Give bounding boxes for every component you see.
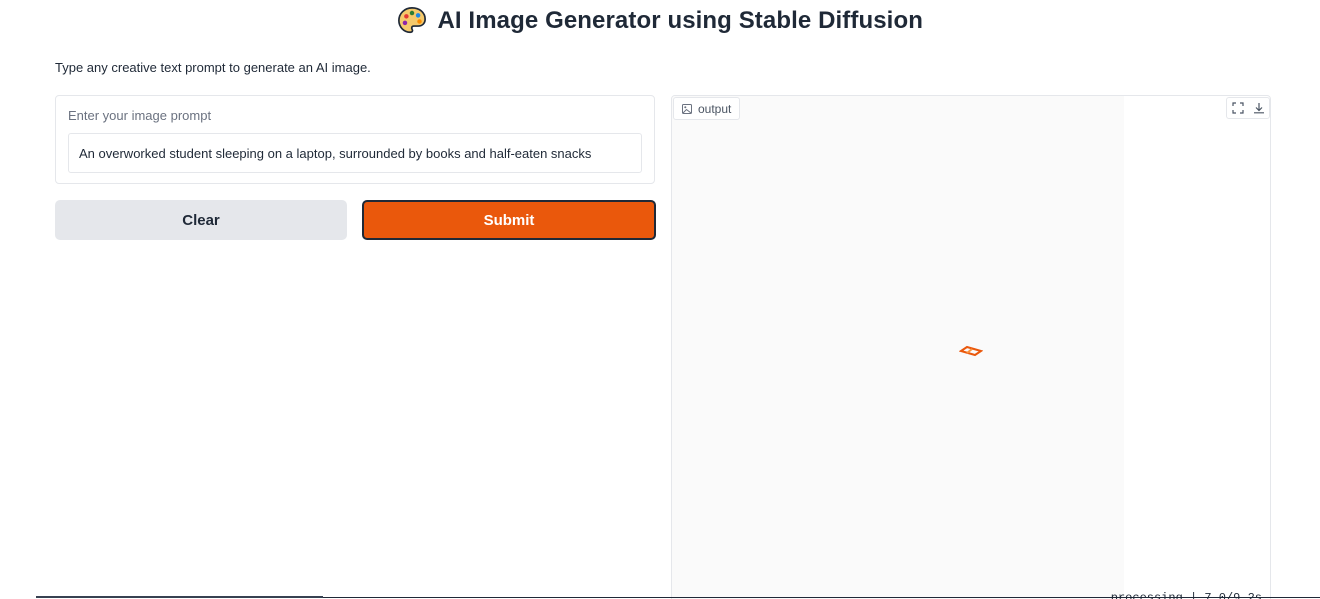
loading-spinner-icon <box>959 345 983 357</box>
page-title: AI Image Generator using Stable Diffusio… <box>437 7 923 34</box>
output-canvas <box>672 96 1124 599</box>
output-label: output <box>698 101 732 116</box>
fullscreen-icon <box>1231 102 1244 114</box>
prompt-block: Enter your image prompt <box>55 95 655 184</box>
prompt-input[interactable] <box>68 133 642 173</box>
bottom-progress-segment <box>36 596 323 598</box>
download-icon <box>1253 103 1264 114</box>
clear-button[interactable]: Clear <box>55 200 347 240</box>
output-image-panel: output processing | 7.0/9.2s <box>671 95 1271 599</box>
bottom-progress-segment <box>323 597 1320 598</box>
submit-button[interactable]: Submit <box>362 200 656 240</box>
app-header: AI Image Generator using Stable Diffusio… <box>0 6 1320 40</box>
output-label-tag: output <box>673 97 741 120</box>
palette-icon <box>398 7 426 34</box>
prompt-label: Enter your image prompt <box>68 108 212 123</box>
output-toolbar <box>1226 97 1270 119</box>
fullscreen-button[interactable] <box>1227 98 1248 118</box>
page-description: Type any creative text prompt to generat… <box>55 60 371 75</box>
download-button[interactable] <box>1248 98 1269 118</box>
image-icon <box>682 103 692 114</box>
